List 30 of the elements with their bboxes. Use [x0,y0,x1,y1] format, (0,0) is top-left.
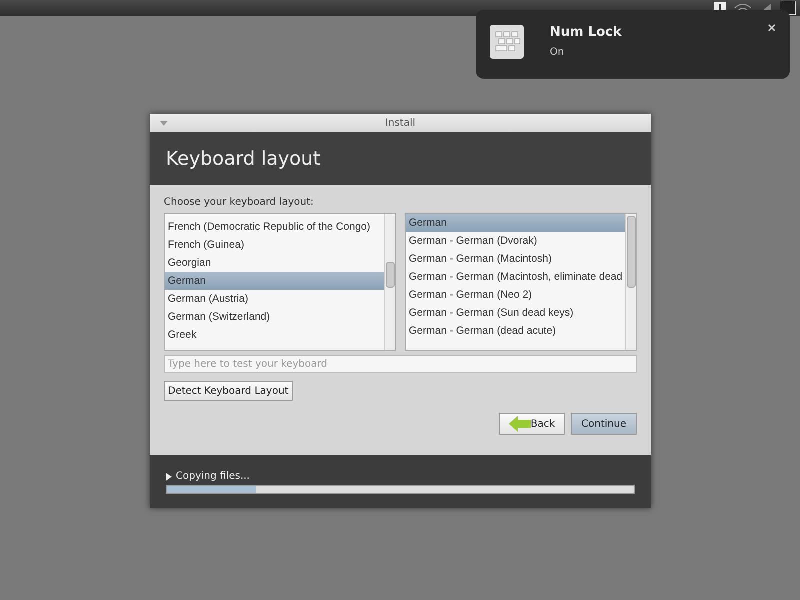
list-item[interactable]: German - German (Sun dead keys) [406,304,625,322]
page-title: Keyboard layout [166,148,321,170]
list-item[interactable]: German [406,214,625,232]
list-item[interactable]: German - German (Macintosh, eliminate dead [406,268,625,286]
list-item[interactable]: German - German (Dvorak) [406,232,625,250]
expander-icon[interactable] [166,472,172,480]
list-item[interactable]: German [165,272,384,290]
close-icon[interactable] [768,24,776,32]
list-item[interactable]: German (Austria) [165,290,384,308]
list-item[interactable]: German (Switzerland) [165,308,384,326]
notification-title: Num Lock [550,25,623,40]
list-item[interactable]: German - German (dead acute) [406,322,625,340]
test-input-field[interactable]: Type here to test your keyboard [164,355,637,373]
list-item[interactable]: Georgian [165,254,384,272]
scrollbar-thumb[interactable] [386,262,395,288]
list-item[interactable]: German - German (Macintosh) [406,250,625,268]
scrollbar-thumb[interactable] [627,216,636,288]
notification-text: On [550,47,566,58]
window-title: Install [385,118,416,128]
list-item[interactable]: French (Guinea) [165,236,384,254]
list-item[interactable]: German - German (Neo 2) [406,286,625,304]
progress-text: Copying files... [176,471,250,482]
back-arrow-icon [508,416,531,432]
continue-button[interactable]: Continue [571,413,637,435]
keyboard-icon [490,25,524,59]
back-button[interactable]: Back [499,413,565,435]
prompt-label: Choose your keyboard layout: [164,197,315,208]
list-item[interactable]: Greek [165,326,384,344]
detect-layout-button[interactable]: Detect Keyboard Layout [164,381,293,401]
list-item[interactable]: French (Democratic Republic of the Congo) [165,218,384,236]
